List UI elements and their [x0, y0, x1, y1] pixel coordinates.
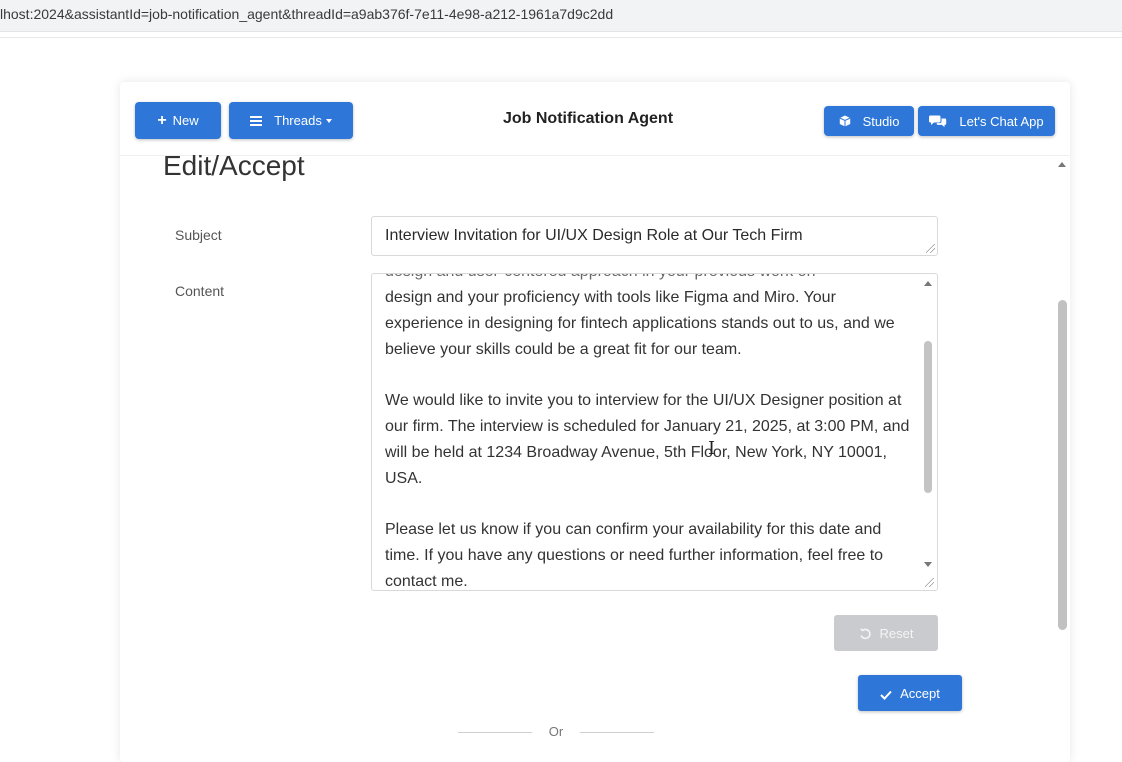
page-scroll-up-arrow-icon[interactable]: [1058, 162, 1066, 167]
undo-icon: [859, 627, 872, 640]
divider-line: [458, 732, 532, 733]
content-textarea[interactable]: design and user-centered approach in you…: [371, 273, 938, 591]
text-cursor-icon: I: [708, 438, 716, 459]
subject-label: Subject: [175, 227, 222, 243]
content-scrollbar[interactable]: [919, 274, 937, 590]
content-paragraph: design and your proficiency with tools l…: [385, 289, 895, 358]
studio-button-label: Studio: [862, 113, 900, 129]
browser-url-bar[interactable]: lhost:2024&assistantId=job-notification_…: [0, 0, 1122, 32]
app-title: Job Notification Agent: [502, 110, 674, 127]
plus-icon: +: [157, 111, 167, 129]
lets-chat-button-label: Let's Chat App: [959, 113, 1044, 129]
cube-icon: [839, 115, 851, 127]
threads-dropdown-button[interactable]: Threads: [229, 102, 353, 139]
page-scrollbar-thumb[interactable]: [1058, 300, 1067, 630]
content-cut-line: design and user-centered approach in you…: [385, 274, 915, 285]
resize-grip-icon[interactable]: [925, 578, 934, 587]
new-button-label: New: [172, 113, 199, 128]
threads-button-label: Threads: [274, 113, 322, 128]
menu-icon: [250, 115, 263, 126]
new-thread-button[interactable]: + New: [135, 102, 221, 139]
divider-line: [580, 732, 654, 733]
subject-value: Interview Invitation for UI/UX Design Ro…: [385, 227, 803, 244]
section-title: Edit/Accept: [163, 150, 305, 181]
url-bar-divider: [0, 37, 1122, 38]
check-icon: [880, 688, 892, 700]
chat-bubbles-icon: [929, 114, 947, 128]
url-text[interactable]: lhost:2024&assistantId=job-notification_…: [0, 6, 613, 22]
subject-input[interactable]: Interview Invitation for UI/UX Design Ro…: [371, 216, 938, 256]
resize-grip-icon[interactable]: [926, 244, 935, 253]
studio-button[interactable]: Studio: [824, 106, 914, 136]
scroll-up-arrow-icon[interactable]: [924, 281, 932, 286]
or-text: Or: [548, 724, 564, 739]
content-text: design and user-centered approach in you…: [385, 274, 915, 590]
scroll-down-arrow-icon[interactable]: [924, 562, 932, 567]
content-label: Content: [175, 283, 225, 299]
reset-button-label: Reset: [879, 625, 914, 641]
accept-button-label: Accept: [900, 685, 940, 701]
chevron-down-icon: [325, 118, 332, 123]
lets-chat-app-button[interactable]: Let's Chat App: [918, 106, 1055, 136]
scrollbar-thumb[interactable]: [924, 341, 932, 493]
content-paragraph: Please let us know if you can confirm yo…: [385, 521, 884, 590]
accept-button[interactable]: Accept: [858, 675, 962, 711]
or-divider: Or: [458, 724, 654, 742]
reset-button[interactable]: Reset: [834, 615, 938, 651]
content-paragraph: We would like to invite you to interview…: [385, 392, 910, 487]
